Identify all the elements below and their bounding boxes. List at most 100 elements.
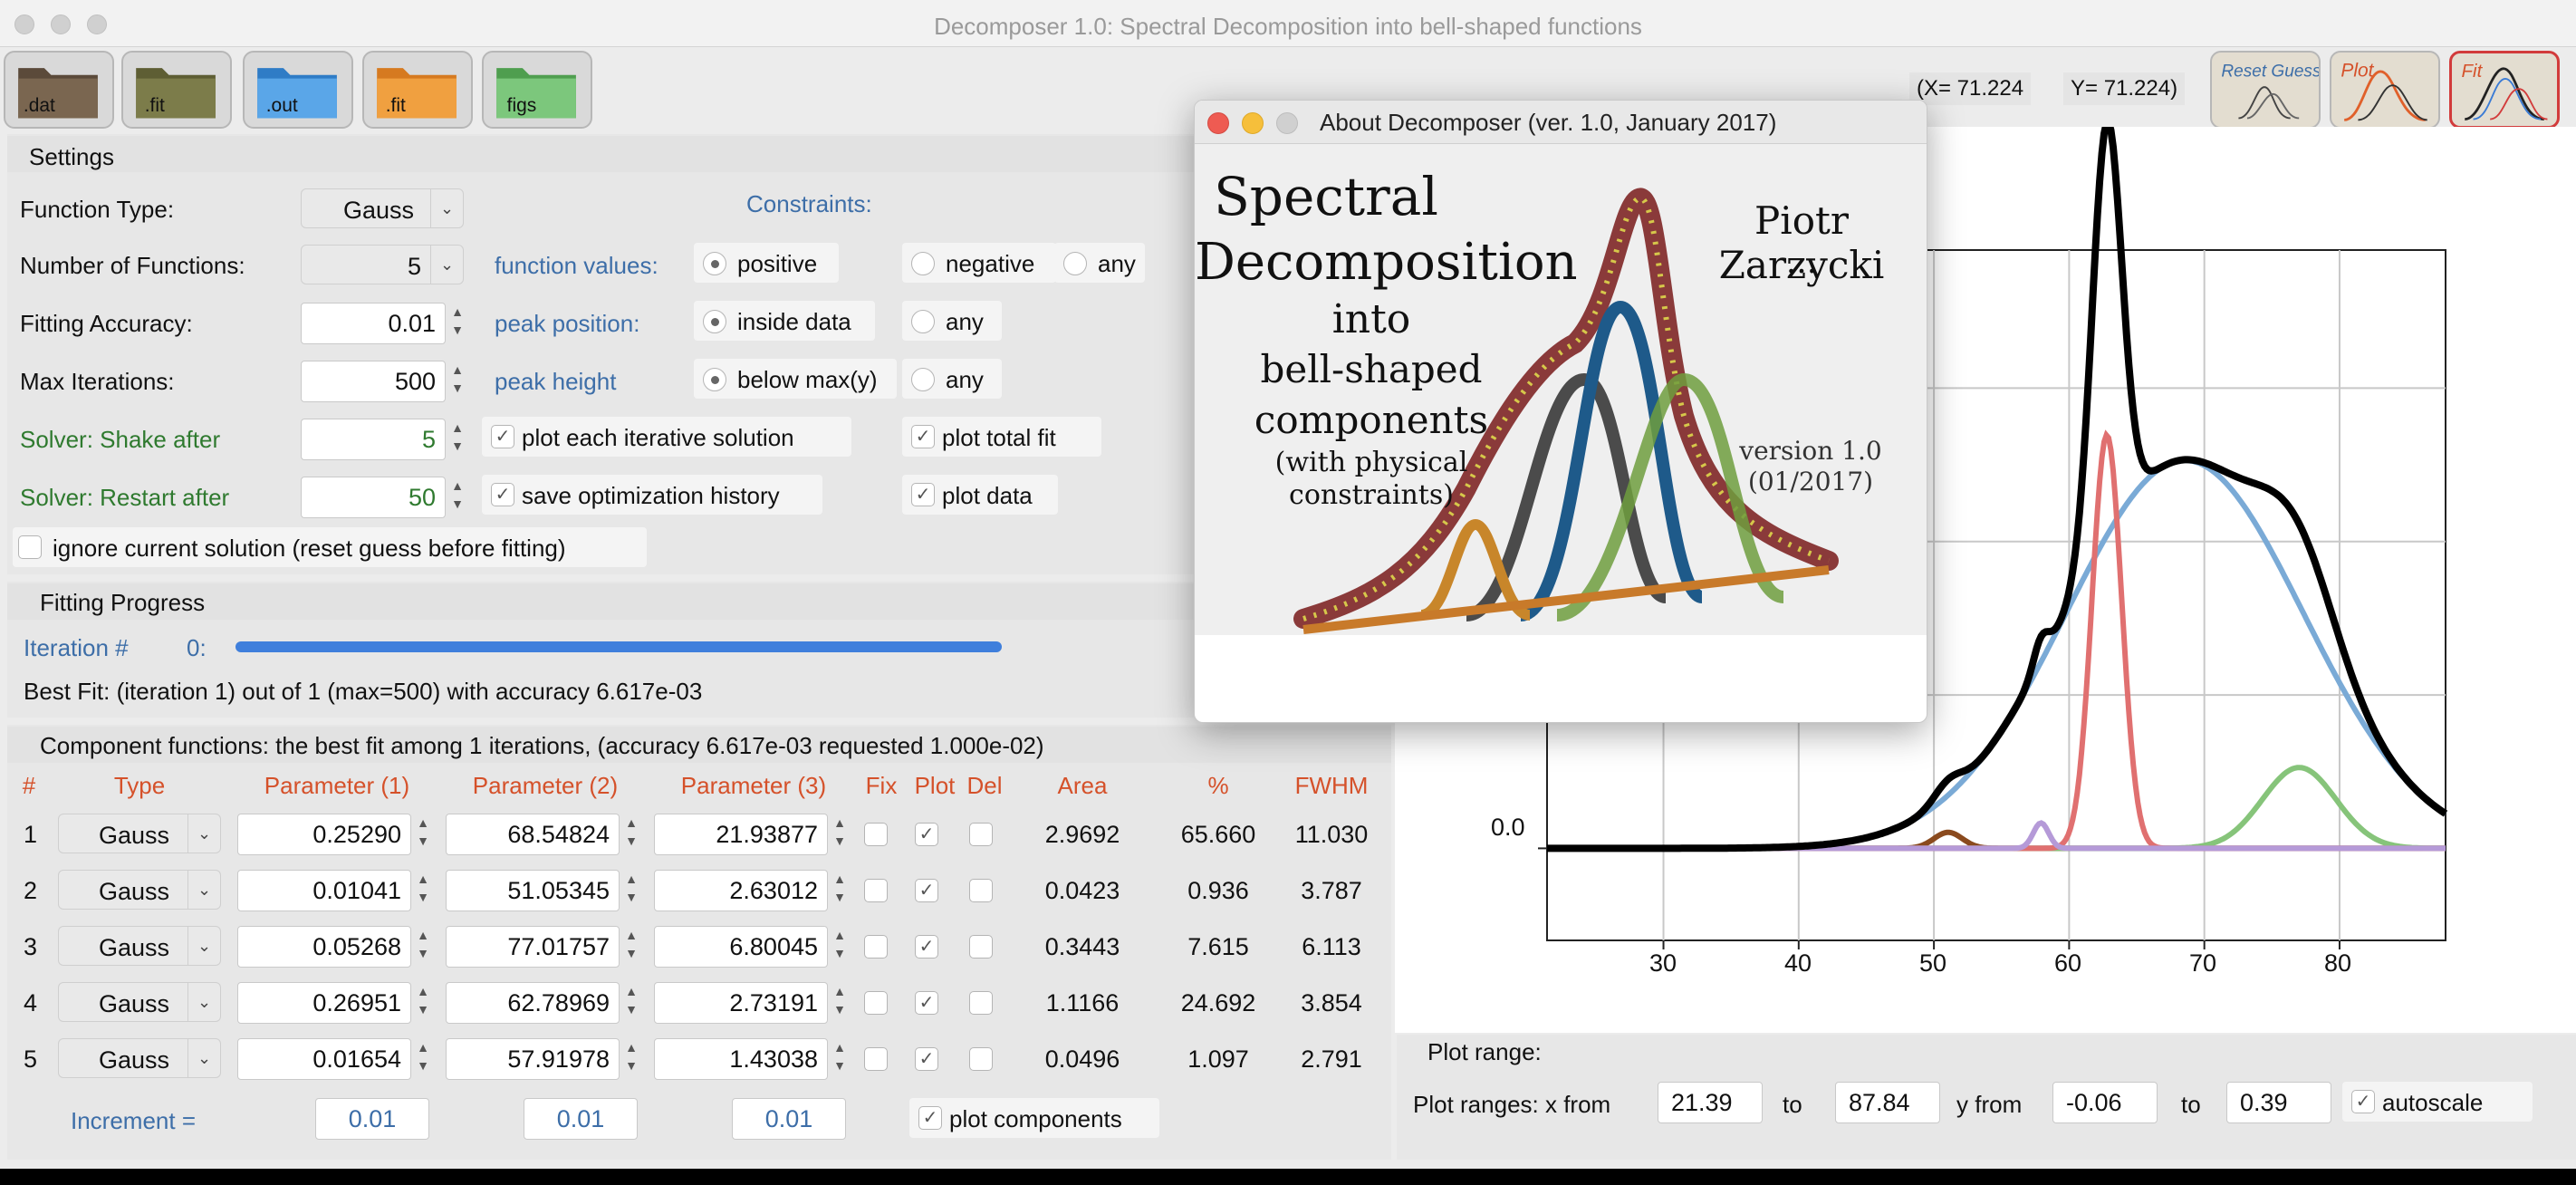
- row-type-select[interactable]: Gauss ⌄: [58, 982, 221, 1022]
- peak-height-label: peak height: [495, 368, 617, 395]
- row-area: 1.1166: [1045, 989, 1120, 1016]
- radio-icon: [1063, 252, 1087, 275]
- row-fix-checkbox[interactable]: [864, 991, 888, 1015]
- param3-stepper-icon[interactable]: ▲ ▼: [831, 982, 848, 1024]
- row-plot-checkbox[interactable]: ✓: [915, 879, 938, 902]
- plot-each-checkbox[interactable]: ✓ plot each iterative solution: [482, 417, 851, 457]
- param2-stepper-icon[interactable]: ▲ ▼: [623, 926, 639, 968]
- autoscale-checkbox[interactable]: ✓ autoscale: [2342, 1082, 2533, 1122]
- plot-total-checkbox[interactable]: ✓ plot total fit: [902, 417, 1101, 457]
- any-position-radio[interactable]: any: [902, 301, 1002, 341]
- plot-components-checkbox[interactable]: ✓ plot components: [909, 1098, 1159, 1138]
- ignore-current-checkbox[interactable]: ignore current solution (reset guess bef…: [13, 527, 647, 567]
- param3-stepper-icon[interactable]: ▲ ▼: [831, 1038, 848, 1080]
- row-param3-field[interactable]: 1.43038: [654, 1038, 828, 1080]
- row-fix-checkbox[interactable]: [864, 823, 888, 846]
- save-out-button[interactable]: .out: [243, 51, 353, 129]
- param2-stepper-icon[interactable]: ▲ ▼: [623, 870, 639, 911]
- param3-stepper-icon[interactable]: ▲ ▼: [831, 814, 848, 855]
- row-plot-checkbox[interactable]: ✓: [915, 935, 938, 959]
- y-from-field[interactable]: -0.06: [2052, 1082, 2158, 1123]
- negative-radio[interactable]: negative: [902, 243, 1056, 283]
- restart-stepper-icon[interactable]: ▲ ▼: [449, 477, 466, 518]
- about-minimize-icon[interactable]: [1242, 112, 1264, 134]
- row-param3-field[interactable]: 6.80045: [654, 926, 828, 968]
- function-type-select[interactable]: Gauss ⌄: [301, 188, 464, 228]
- param1-stepper-icon[interactable]: ▲ ▼: [415, 926, 431, 968]
- param1-stepper-icon[interactable]: ▲ ▼: [415, 814, 431, 855]
- row-param2-field[interactable]: 57.91978: [446, 1038, 620, 1080]
- increment-param3-field[interactable]: 0.01: [732, 1098, 846, 1140]
- x-from-field[interactable]: 21.39: [1658, 1082, 1763, 1123]
- save-fit-button[interactable]: .fit: [362, 51, 473, 129]
- save-figs-button[interactable]: figs: [482, 51, 592, 129]
- accuracy-field[interactable]: 0.01: [301, 303, 446, 344]
- param2-stepper-icon[interactable]: ▲ ▼: [623, 1038, 639, 1080]
- row-param1-field[interactable]: 0.25290: [237, 814, 411, 855]
- row-del-checkbox[interactable]: [969, 935, 993, 959]
- fit-button[interactable]: Fit: [2449, 51, 2560, 129]
- max-iter-field[interactable]: 500: [301, 361, 446, 402]
- row-del-checkbox[interactable]: [969, 879, 993, 902]
- any-values-radio[interactable]: any: [1054, 243, 1145, 283]
- param1-stepper-icon[interactable]: ▲ ▼: [415, 1038, 431, 1080]
- row-param3-field[interactable]: 2.73191: [654, 982, 828, 1024]
- radio-selected-icon: [703, 252, 726, 275]
- row-param1-field[interactable]: 0.01654: [237, 1038, 411, 1080]
- open-dat-button[interactable]: .dat: [4, 51, 114, 129]
- max-iter-stepper-icon[interactable]: ▲ ▼: [449, 361, 466, 402]
- reset-guess-button[interactable]: Reset Guess: [2210, 51, 2321, 129]
- row-fix-checkbox[interactable]: [864, 935, 888, 959]
- plot-button[interactable]: Plot: [2330, 51, 2440, 129]
- row-del-checkbox[interactable]: [969, 1047, 993, 1071]
- plot-data-checkbox[interactable]: ✓ plot data: [902, 475, 1058, 515]
- row-param1-field[interactable]: 0.05268: [237, 926, 411, 968]
- row-plot-checkbox[interactable]: ✓: [915, 823, 938, 846]
- row-param1-field[interactable]: 0.26951: [237, 982, 411, 1024]
- peak-position-label: peak position:: [495, 310, 640, 337]
- row-type-select[interactable]: Gauss ⌄: [58, 926, 221, 966]
- num-functions-select[interactable]: 5 ⌄: [301, 245, 464, 284]
- save-history-checkbox[interactable]: ✓ save optimization history: [482, 475, 822, 515]
- open-fit-button[interactable]: .fit: [121, 51, 232, 129]
- restart-field[interactable]: 50: [301, 477, 446, 518]
- below-max-radio[interactable]: below max(y): [694, 359, 897, 399]
- row-plot-checkbox[interactable]: ✓: [915, 991, 938, 1015]
- param1-stepper-icon[interactable]: ▲ ▼: [415, 982, 431, 1024]
- param2-stepper-icon[interactable]: ▲ ▼: [623, 982, 639, 1024]
- any-height-radio[interactable]: any: [902, 359, 1002, 399]
- row-fix-checkbox[interactable]: [864, 879, 888, 902]
- x-to-field[interactable]: 87.84: [1835, 1082, 1940, 1123]
- param3-stepper-icon[interactable]: ▲ ▼: [831, 926, 848, 968]
- shake-field[interactable]: 5: [301, 419, 446, 460]
- row-area: 0.3443: [1044, 933, 1120, 960]
- row-type-select[interactable]: Gauss ⌄: [58, 814, 221, 853]
- param1-stepper-icon[interactable]: ▲ ▼: [415, 870, 431, 911]
- row-type-select[interactable]: Gauss ⌄: [58, 870, 221, 910]
- positive-radio[interactable]: positive: [694, 243, 839, 283]
- row-plot-checkbox[interactable]: ✓: [915, 1047, 938, 1071]
- increment-param1-field[interactable]: 0.01: [315, 1098, 429, 1140]
- row-del-checkbox[interactable]: [969, 823, 993, 846]
- inside-data-radio[interactable]: inside data: [694, 301, 875, 341]
- param3-stepper-icon[interactable]: ▲ ▼: [831, 870, 848, 911]
- row-param2-field[interactable]: 62.78969: [446, 982, 620, 1024]
- param2-stepper-icon[interactable]: ▲ ▼: [623, 814, 639, 855]
- row-param3-field[interactable]: 2.63012: [654, 870, 828, 911]
- col-header-fix: Fix: [865, 772, 898, 799]
- num-functions-label: Number of Functions:: [20, 252, 245, 279]
- row-param2-field[interactable]: 68.54824: [446, 814, 620, 855]
- y-to-field[interactable]: 0.39: [2226, 1082, 2331, 1123]
- row-param2-field[interactable]: 77.01757: [446, 926, 620, 968]
- row-param2-field[interactable]: 51.05345: [446, 870, 620, 911]
- accuracy-label: Fitting Accuracy:: [20, 310, 193, 337]
- shake-stepper-icon[interactable]: ▲ ▼: [449, 419, 466, 460]
- row-param1-field[interactable]: 0.01041: [237, 870, 411, 911]
- row-param3-field[interactable]: 21.93877: [654, 814, 828, 855]
- row-fix-checkbox[interactable]: [864, 1047, 888, 1071]
- row-del-checkbox[interactable]: [969, 991, 993, 1015]
- row-type-select[interactable]: Gauss ⌄: [58, 1038, 221, 1078]
- increment-param2-field[interactable]: 0.01: [524, 1098, 638, 1140]
- about-close-icon[interactable]: [1207, 112, 1229, 134]
- accuracy-stepper-icon[interactable]: ▲ ▼: [449, 303, 466, 344]
